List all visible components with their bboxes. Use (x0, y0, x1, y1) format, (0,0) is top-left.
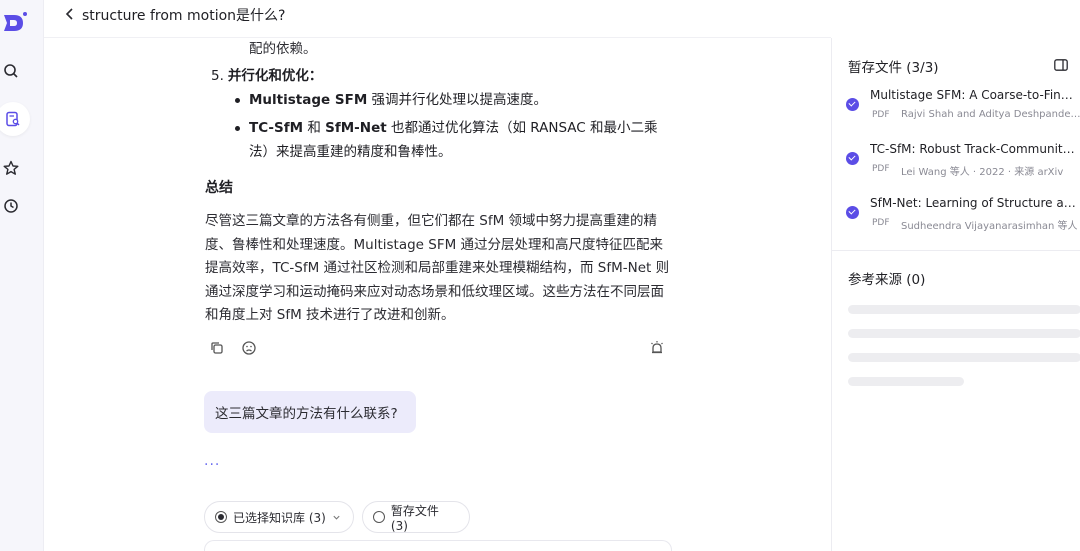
bullet-item: TC-SfM 和 SfM-Net 也都通过优化算法（如 RANSAC 和最小二乘… (235, 116, 675, 164)
chat-header: structure from motion是什么? (44, 0, 831, 38)
panel-divider (832, 250, 1080, 251)
check-circle-icon[interactable] (846, 152, 859, 165)
temp-file-item[interactable]: Multistage SFM: A Coarse-to-Fine Approac… (846, 88, 1080, 132)
typing-indicator: ··· (204, 457, 221, 473)
radio-unselected-icon (373, 511, 385, 523)
summary-heading: 总结 (205, 180, 233, 196)
search-icon[interactable] (0, 58, 24, 84)
chevron-down-icon (333, 515, 340, 520)
temp-file-item[interactable]: SfM-Net: Learning of Structure and Motio… (846, 196, 1080, 240)
alert-bell-icon[interactable] (649, 340, 667, 358)
loading-skeleton (848, 377, 964, 386)
temp-files-title: 暂存文件 (3/3) (848, 60, 939, 76)
back-chevron-icon[interactable] (62, 6, 78, 22)
star-icon[interactable] (0, 155, 24, 181)
history-icon[interactable] (0, 193, 24, 219)
panel-toggle-icon[interactable] (1054, 56, 1070, 71)
right-panel: 暂存文件 (3/3) Multistage SFM: A Coarse-to-F… (831, 38, 1080, 551)
document-search-icon[interactable] (0, 102, 30, 136)
loading-skeleton (848, 329, 1080, 338)
dislike-face-icon[interactable] (241, 340, 259, 358)
summary-paragraph: 尽管这三篇文章的方法各有侧重，但它们都在 SfM 领域中努力提高重建的精度、鲁棒… (205, 213, 670, 323)
left-rail (0, 0, 44, 551)
copy-icon[interactable] (209, 340, 227, 358)
knowledge-base-selector[interactable]: 已选择知识库 (3) (204, 501, 354, 533)
app-logo-icon[interactable] (1, 10, 29, 36)
loading-skeleton (848, 353, 1080, 362)
loading-skeleton (848, 305, 1080, 314)
check-circle-icon[interactable] (846, 98, 859, 111)
answer-fragment: 配的依赖。 (249, 41, 317, 57)
temp-file-item[interactable]: TC-SfM: Robust Track-Community-Based Str… (846, 142, 1080, 186)
user-question-bubble: 这三篇文章的方法有什么联系? (204, 391, 416, 433)
references-title: 参考来源 (0) (848, 272, 926, 288)
bullet-item: Multistage SFM 强调并行化处理以提高速度。 (235, 88, 675, 112)
radio-selected-icon (215, 511, 227, 523)
list-item-5: 5. 并行化和优化： (211, 68, 323, 84)
answer-actions (205, 340, 670, 360)
page-title: structure from motion是什么? (82, 8, 286, 24)
message-input[interactable] (204, 540, 672, 551)
temp-files-selector[interactable]: 暂存文件 (3) (362, 501, 470, 533)
check-circle-icon[interactable] (846, 206, 859, 219)
